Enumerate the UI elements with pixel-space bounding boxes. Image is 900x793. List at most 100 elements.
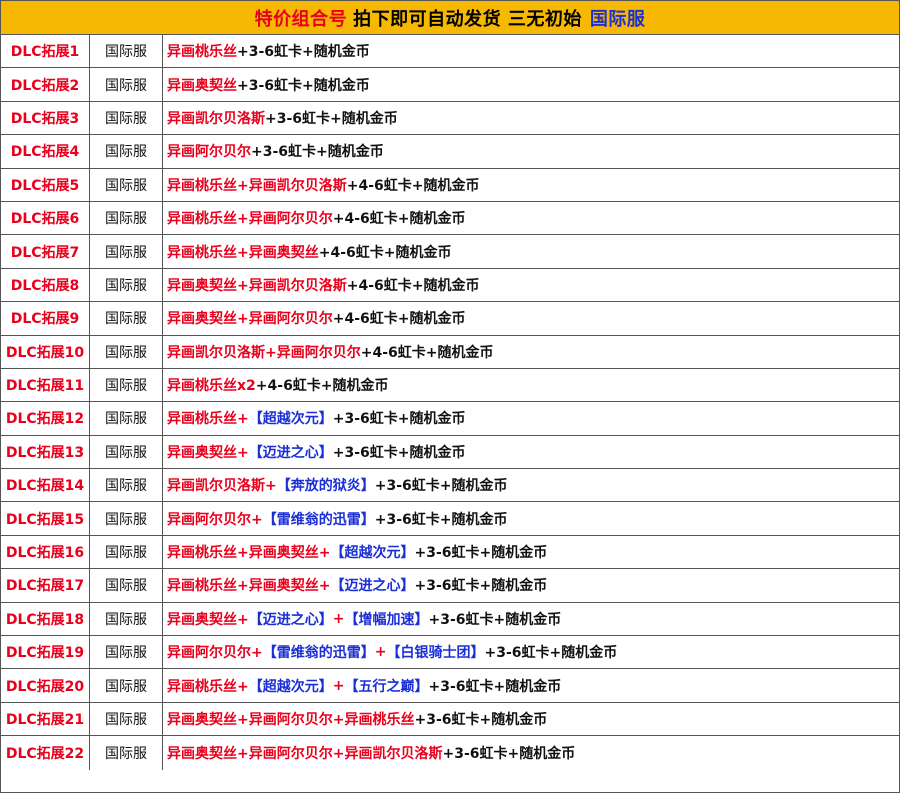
row-description: 异画桃乐丝+异画奥契丝 +4-6虹卡+随机金币: [163, 235, 899, 267]
description-segment: 异画阿尔贝尔+: [167, 511, 263, 528]
description-segment: 【超越次元】: [248, 411, 333, 428]
row-id: DLC拓展7: [1, 235, 90, 268]
table-row: DLC拓展6 国际服 异画桃乐丝+异画阿尔贝尔 +4-6虹卡+随机金币: [1, 201, 899, 236]
header-server: 国际服: [589, 8, 646, 30]
row-description: 异画奥契丝+异画阿尔贝尔 +4-6虹卡+随机金币: [163, 302, 899, 334]
table-row: DLC拓展16 国际服 异画桃乐丝+异画奥契丝+ 【超越次元】 +3-6虹卡+随机金币: [1, 535, 899, 570]
description-segment: 【迈进之心】: [248, 444, 333, 461]
table-row: DLC拓展5 国际服 异画桃乐丝+异画凯尔贝洛斯 +4-6虹卡+随机金币: [1, 168, 899, 202]
description-segment: +3-6虹卡+随机金币: [428, 611, 562, 628]
row-description: 异画桃乐丝+异画凯尔贝洛斯 +4-6虹卡+随机金币: [163, 169, 899, 201]
table-row: DLC拓展10 国际服 异画凯尔贝洛斯+异画阿尔贝尔 +4-6虹卡+随机金币: [1, 335, 899, 369]
row-description: 异画桃乐丝+ 【超越次元】 + 【五行之巅】 +3-6虹卡+随机金币: [163, 669, 899, 701]
table-row: DLC拓展4 国际服 异画阿尔贝尔 +3-6虹卡+随机金币: [1, 135, 899, 169]
row-server: 国际服: [90, 201, 163, 235]
row-server: 国际服: [90, 101, 163, 135]
row-server: 国际服: [90, 602, 163, 636]
row-description: 异画凯尔贝洛斯 +3-6虹卡+随机金币: [163, 102, 899, 134]
description-segment: 【超越次元】: [330, 545, 415, 562]
description-segment: +3-6虹卡+随机金币: [414, 712, 548, 728]
row-server: 国际服: [90, 235, 163, 268]
row-server: 国际服: [90, 35, 163, 68]
description-segment: 【白银骑士团】: [386, 645, 485, 662]
description-segment: 【增幅加速】: [344, 611, 429, 628]
header-highlight: 特价组合号: [254, 8, 348, 30]
description-segment: +: [332, 677, 345, 694]
row-server: 国际服: [90, 435, 163, 469]
table-header: 特价组合号 拍下即可自动发货 三无初始 国际服: [1, 1, 899, 35]
description-segment: 异画奥契丝+异画凯尔贝洛斯: [167, 277, 347, 294]
row-server: 国际服: [90, 302, 163, 335]
description-segment: 异画桃乐丝+: [167, 678, 249, 695]
table-row: DLC拓展15 国际服 异画阿尔贝尔+ 【雷维翁的迅雷】 +3-6虹卡+随机金币: [1, 502, 899, 536]
row-id: DLC拓展5: [1, 168, 90, 201]
description-segment: 异画桃乐丝: [167, 44, 237, 61]
description-segment: 异画阿尔贝尔: [167, 144, 251, 161]
row-id: DLC拓展13: [1, 435, 90, 469]
row-description: 异画桃乐丝+异画奥契丝+ 【超越次元】 +3-6虹卡+随机金币: [163, 536, 899, 568]
description-segment: 异画奥契丝+异画阿尔贝尔: [167, 311, 333, 328]
row-server: 国际服: [90, 368, 163, 402]
row-description: 异画凯尔贝洛斯+ 【奔放的狱炎】 +3-6虹卡+随机金币: [163, 469, 899, 501]
description-segment: 异画桃乐丝+异画凯尔贝洛斯: [167, 177, 347, 194]
table-row: DLC拓展22 国际服 异画奥契丝+异画阿尔贝尔+异画凯尔贝洛斯 +3-6虹卡+随机金…: [1, 736, 899, 770]
description-segment: +4-6虹卡+随机金币: [360, 344, 494, 361]
table-row: DLC拓展19 国际服 异画阿尔贝尔+ 【雷维翁的迅雷】 + 【白银骑士团】 +3-6虹卡+…: [1, 636, 899, 670]
row-description: 异画阿尔贝尔+ 【雷维翁的迅雷】 + 【白银骑士团】 +3-6虹卡+随机金币: [163, 636, 899, 668]
row-server: 国际服: [90, 636, 163, 669]
row-id: DLC拓展20: [1, 669, 90, 702]
description-segment: 异画奥契丝+异画阿尔贝尔+异画桃乐丝: [167, 712, 415, 728]
description-segment: 异画凯尔贝洛斯: [167, 110, 265, 127]
table-row: DLC拓展2 国际服 异画奥契丝 +3-6虹卡+随机金币: [1, 68, 899, 102]
row-id: DLC拓展8: [1, 268, 90, 302]
row-server: 国际服: [90, 535, 163, 569]
description-segment: 异画桃乐丝+异画奥契丝: [167, 244, 319, 261]
table-row: DLC拓展18 国际服 异画奥契丝+ 【迈进之心】 + 【增幅加速】 +3-6虹卡+随机金币: [1, 602, 899, 637]
row-id: DLC拓展17: [1, 569, 90, 602]
table-body: DLC拓展1 国际服 异画桃乐丝 +3-6虹卡+随机金币 DLC拓展2 国际服 异画奥契丝 +…: [1, 35, 899, 770]
row-id: DLC拓展14: [1, 469, 90, 502]
row-server: 国际服: [90, 68, 163, 101]
description-segment: +3-6虹卡+随机金币: [332, 411, 466, 428]
description-segment: +3-6虹卡+随机金币: [237, 44, 370, 61]
description-segment: 异画奥契丝: [167, 77, 237, 94]
description-segment: +3-6虹卡+随机金币: [414, 578, 548, 595]
row-id: DLC拓展1: [1, 35, 90, 68]
row-id: DLC拓展19: [1, 636, 90, 669]
row-server: 国际服: [90, 268, 163, 302]
row-id: DLC拓展15: [1, 502, 90, 535]
description-segment: 异画奥契丝+: [167, 611, 249, 628]
description-segment: 【迈进之心】: [248, 611, 333, 628]
description-segment: +3-6虹卡+随机金币: [428, 678, 562, 695]
row-id: DLC拓展22: [1, 736, 90, 770]
row-description: 异画阿尔贝尔 +3-6虹卡+随机金币: [163, 135, 899, 167]
row-id: DLC拓展18: [1, 602, 90, 636]
row-description: 异画奥契丝+异画凯尔贝洛斯 +4-6虹卡+随机金币: [163, 269, 899, 301]
row-description: 异画奥契丝+异画阿尔贝尔+异画凯尔贝洛斯 +3-6虹卡+随机金币: [163, 736, 899, 769]
description-segment: 【雷维翁的迅雷】: [262, 511, 375, 528]
description-segment: +4-6虹卡+随机金币: [346, 177, 480, 194]
description-segment: 异画桃乐丝x2: [167, 378, 256, 395]
description-segment: 异画凯尔贝洛斯+: [167, 478, 277, 495]
row-server: 国际服: [90, 402, 163, 435]
table-row: DLC拓展20 国际服 异画桃乐丝+ 【超越次元】 + 【五行之巅】 +3-6虹卡+随机金币: [1, 669, 899, 703]
row-description: 异画凯尔贝洛斯+异画阿尔贝尔 +4-6虹卡+随机金币: [163, 336, 899, 368]
table-row: DLC拓展8 国际服 异画奥契丝+异画凯尔贝洛斯 +4-6虹卡+随机金币: [1, 268, 899, 303]
description-segment: 【五行之巅】: [344, 678, 429, 695]
description-segment: +4-6虹卡+随机金币: [346, 277, 480, 294]
description-segment: +3-6虹卡+随机金币: [414, 545, 548, 562]
row-description: 异画桃乐丝+异画阿尔贝尔 +4-6虹卡+随机金币: [163, 202, 899, 234]
description-segment: +3-6虹卡+随机金币: [265, 110, 398, 127]
row-id: DLC拓展16: [1, 535, 90, 569]
description-segment: 异画桃乐丝+异画阿尔贝尔: [167, 211, 333, 228]
row-id: DLC拓展9: [1, 302, 90, 335]
row-server: 国际服: [90, 168, 163, 201]
description-segment: 【迈进之心】: [330, 578, 415, 595]
description-segment: +: [374, 644, 387, 661]
row-description: 异画桃乐丝+异画奥契丝+ 【迈进之心】 +3-6虹卡+随机金币: [163, 569, 899, 601]
row-description: 异画桃乐丝+ 【超越次元】 +3-6虹卡+随机金币: [163, 402, 899, 434]
table-row: DLC拓展21 国际服 异画奥契丝+异画阿尔贝尔+异画桃乐丝 +3-6虹卡+随机金币: [1, 702, 899, 737]
row-server: 国际服: [90, 736, 163, 770]
row-server: 国际服: [90, 702, 163, 736]
description-segment: 【雷维翁的迅雷】: [262, 645, 375, 662]
